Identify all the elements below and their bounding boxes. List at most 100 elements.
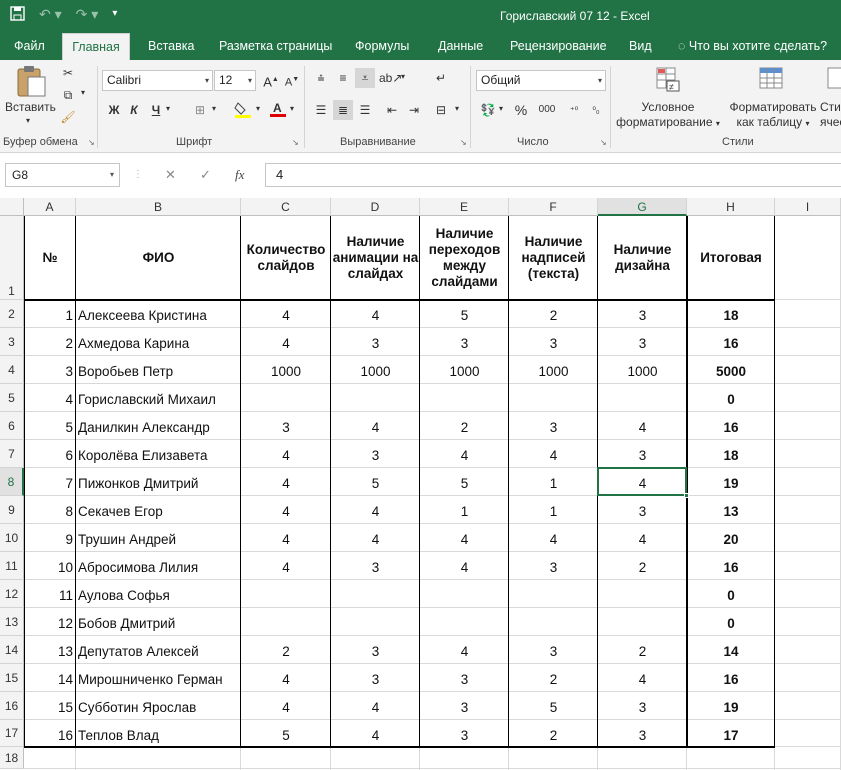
- row-header-5[interactable]: 5: [0, 384, 24, 412]
- table-cell-c12[interactable]: [241, 584, 331, 608]
- cancel-icon[interactable]: ✕: [165, 163, 176, 187]
- table-cell-e11[interactable]: 4: [420, 556, 509, 580]
- table-cell-a16[interactable]: 15: [24, 696, 73, 720]
- paste-icon[interactable]: [14, 66, 48, 101]
- row-header-10[interactable]: 10: [0, 524, 24, 552]
- header-cell-c[interactable]: Количество слайдов: [241, 216, 331, 300]
- font-size-combo[interactable]: 12 ▾: [214, 70, 256, 91]
- table-cell-e9[interactable]: 1: [420, 500, 509, 524]
- table-cell-h4[interactable]: 5000: [687, 360, 775, 384]
- table-cell-a8[interactable]: 7: [24, 472, 73, 496]
- format-as-table-icon[interactable]: [758, 66, 786, 95]
- table-cell-c13[interactable]: [241, 612, 331, 636]
- table-cell-c6[interactable]: 3: [241, 416, 331, 440]
- column-header-c[interactable]: C: [241, 198, 331, 216]
- table-cell-h6[interactable]: 16: [687, 416, 775, 440]
- table-cell-f16[interactable]: 5: [509, 696, 598, 720]
- table-cell-d11[interactable]: 3: [331, 556, 420, 580]
- tab-data[interactable]: Данные: [438, 33, 483, 60]
- table-cell-h16[interactable]: 19: [687, 696, 775, 720]
- table-cell-g2[interactable]: 3: [598, 304, 687, 328]
- table-cell-f10[interactable]: 4: [509, 528, 598, 552]
- table-cell-b14[interactable]: Депутатов Алексей: [78, 640, 243, 664]
- row-header-14[interactable]: 14: [0, 636, 24, 664]
- table-cell-h12[interactable]: 0: [687, 584, 775, 608]
- table-cell-a17[interactable]: 16: [24, 724, 73, 747]
- row-header-9[interactable]: 9: [0, 496, 24, 524]
- table-cell-d2[interactable]: 4: [331, 304, 420, 328]
- table-cell-e5[interactable]: [420, 388, 509, 412]
- table-cell-b17[interactable]: Теплов Влад: [78, 724, 243, 747]
- row-header-7[interactable]: 7: [0, 440, 24, 468]
- italic-button[interactable]: К: [124, 100, 144, 120]
- table-cell-f2[interactable]: 2: [509, 304, 598, 328]
- redo-icon[interactable]: ↷ ▾: [76, 6, 99, 24]
- table-cell-b15[interactable]: Мирошниченко Герман: [78, 668, 243, 692]
- table-cell-h14[interactable]: 14: [687, 640, 775, 664]
- table-cell-e12[interactable]: [420, 584, 509, 608]
- enter-icon[interactable]: ✓: [200, 163, 211, 187]
- header-cell-f[interactable]: Наличие надписей (текста): [509, 216, 598, 300]
- table-cell-e15[interactable]: 3: [420, 668, 509, 692]
- table-cell-h3[interactable]: 16: [687, 332, 775, 356]
- table-cell-f4[interactable]: 1000: [509, 360, 598, 384]
- table-cell-e3[interactable]: 3: [420, 332, 509, 356]
- table-cell-d8[interactable]: 5: [331, 472, 420, 496]
- table-cell-c11[interactable]: 4: [241, 556, 331, 580]
- table-cell-a3[interactable]: 2: [24, 332, 73, 356]
- table-cell-a15[interactable]: 14: [24, 668, 73, 692]
- row-header-11[interactable]: 11: [0, 552, 24, 580]
- table-cell-b6[interactable]: Данилкин Александр: [78, 416, 243, 440]
- column-header-d[interactable]: D: [331, 198, 420, 216]
- table-cell-a11[interactable]: 10: [24, 556, 73, 580]
- header-cell-d[interactable]: Наличие анимации на слайдах: [331, 216, 420, 300]
- conditional-format-button[interactable]: Условное форматирование ▾: [612, 100, 724, 131]
- undo-icon[interactable]: ↶ ▾: [39, 6, 62, 24]
- table-cell-g6[interactable]: 4: [598, 416, 687, 440]
- table-cell-c10[interactable]: 4: [241, 528, 331, 552]
- table-cell-c2[interactable]: 4: [241, 304, 331, 328]
- table-cell-d9[interactable]: 4: [331, 500, 420, 524]
- table-cell-a5[interactable]: 4: [24, 388, 73, 412]
- copy-icon[interactable]: ⧉: [58, 85, 78, 105]
- table-cell-a9[interactable]: 8: [24, 500, 73, 524]
- table-cell-b16[interactable]: Субботин Ярослав: [78, 696, 243, 720]
- decrease-indent-icon[interactable]: ⇤: [382, 100, 402, 120]
- formula-input[interactable]: 4: [265, 163, 841, 187]
- percent-button[interactable]: %: [511, 100, 531, 120]
- column-header-e[interactable]: E: [420, 198, 509, 216]
- increase-decimal-icon[interactable]: ⁺⁰: [564, 100, 584, 120]
- format-as-table-button[interactable]: Форматировать как таблицу ▾: [726, 100, 820, 131]
- table-cell-f14[interactable]: 3: [509, 640, 598, 664]
- bold-button[interactable]: Ж: [104, 100, 124, 120]
- column-header-f[interactable]: F: [509, 198, 598, 216]
- header-cell-g[interactable]: Наличие дизайна: [598, 216, 687, 300]
- currency-icon[interactable]: 💱: [478, 100, 498, 120]
- table-cell-h8[interactable]: 19: [687, 472, 775, 496]
- table-cell-f8[interactable]: 1: [509, 472, 598, 496]
- header-cell-a[interactable]: №: [24, 216, 76, 300]
- table-cell-g4[interactable]: 1000: [598, 360, 687, 384]
- table-cell-b2[interactable]: Алексеева Кристина: [78, 304, 243, 328]
- fill-color-icon[interactable]: [233, 100, 253, 120]
- align-middle-icon[interactable]: ≡: [333, 68, 353, 88]
- paste-dropdown-icon[interactable]: ▾: [26, 116, 30, 125]
- table-cell-a12[interactable]: 11: [24, 584, 73, 608]
- table-cell-g9[interactable]: 3: [598, 500, 687, 524]
- row-header-6[interactable]: 6: [0, 412, 24, 440]
- table-cell-b5[interactable]: Гориславский Михаил: [78, 388, 243, 412]
- table-cell-h17[interactable]: 17: [687, 724, 775, 747]
- table-cell-b8[interactable]: Пижонков Дмитрий: [78, 472, 243, 496]
- table-cell-h7[interactable]: 18: [687, 444, 775, 468]
- font-name-combo[interactable]: Calibri ▾: [102, 70, 213, 91]
- row-header-17[interactable]: 17: [0, 720, 24, 747]
- tab-review[interactable]: Рецензирование: [510, 33, 607, 60]
- borders-dropdown-icon[interactable]: ▾: [212, 104, 216, 113]
- format-painter-icon[interactable]: 🖌: [58, 107, 78, 127]
- cell-styles-button[interactable]: Сти ячее: [820, 100, 841, 130]
- clipboard-dialog-launcher[interactable]: ↘: [88, 138, 95, 147]
- table-cell-d10[interactable]: 4: [331, 528, 420, 552]
- row-header-12[interactable]: 12: [0, 580, 24, 608]
- number-dialog-launcher[interactable]: ↘: [600, 138, 607, 147]
- tell-me-search[interactable]: ◌ Что вы хотите сделать?: [678, 33, 827, 60]
